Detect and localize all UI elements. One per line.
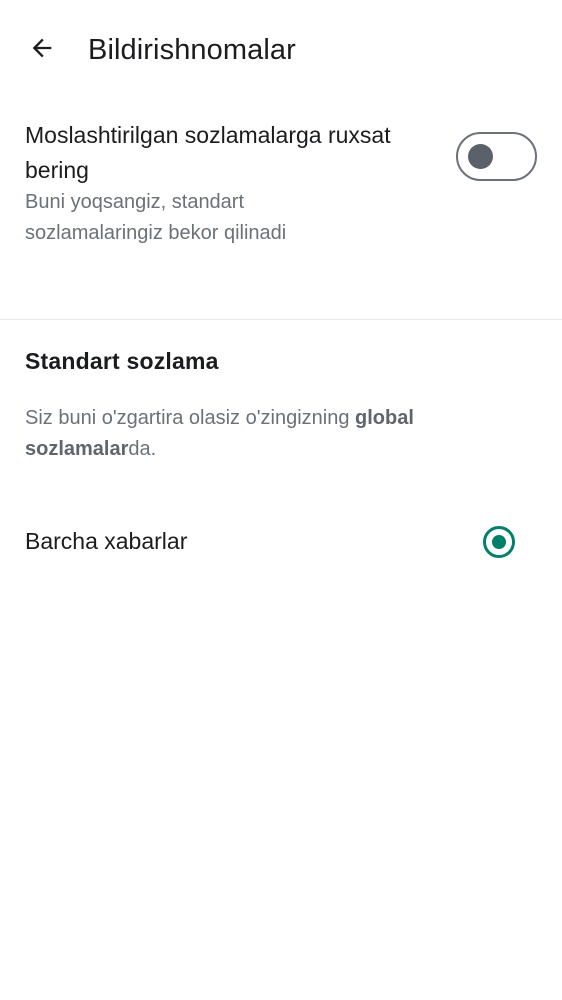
radio-dot xyxy=(492,535,506,549)
page-title: Bildirishnomalar xyxy=(88,34,296,66)
option-all-messages[interactable]: Barcha xabarlar xyxy=(0,505,562,579)
default-section-title: Standart sozlama xyxy=(25,348,219,374)
description-suffix: da. xyxy=(128,438,157,460)
back-button[interactable] xyxy=(18,26,66,74)
custom-settings-toggle[interactable] xyxy=(456,132,537,181)
app-bar: Bildirishnomalar xyxy=(0,0,562,100)
custom-settings-row[interactable]: Moslashtirilgan sozlamalarga ruxsat beri… xyxy=(0,108,562,268)
divider xyxy=(0,319,562,320)
toggle-knob xyxy=(468,144,493,169)
custom-settings-subtitle: Buni yoqsangiz, standart sozlamalaringiz… xyxy=(25,191,287,244)
option-label: Barcha xabarlar xyxy=(25,528,188,554)
custom-settings-title: Moslashtirilgan sozlamalarga ruxsat beri… xyxy=(25,122,391,183)
arrow-left-icon[interactable] xyxy=(28,34,56,67)
radio-button-selected[interactable] xyxy=(483,526,515,558)
default-section-description: Siz buni o'zgartira olasiz o'zingizning … xyxy=(25,403,535,465)
description-prefix: Siz buni o'zgartira olasiz o'zingizning xyxy=(25,407,356,429)
